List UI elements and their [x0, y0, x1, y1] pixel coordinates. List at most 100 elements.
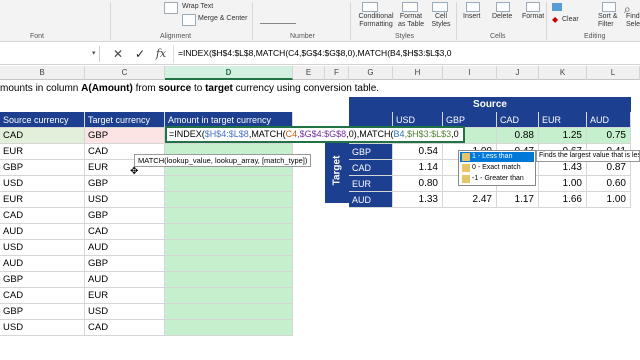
- source-currency-cell[interactable]: GBP: [0, 272, 85, 288]
- format-button[interactable]: Format: [522, 13, 544, 20]
- column-header-b[interactable]: B: [0, 66, 85, 80]
- insert-icon[interactable]: [466, 2, 480, 12]
- fill-icon[interactable]: [552, 3, 562, 11]
- target-currency-cell[interactable]: CAD: [85, 320, 165, 336]
- name-box[interactable]: [0, 46, 100, 62]
- conversion-rate-cell[interactable]: 1.14: [393, 160, 443, 176]
- wrap-text-button[interactable]: Wrap Text: [182, 3, 213, 10]
- target-currency-cell[interactable]: AUD: [85, 272, 165, 288]
- delete-button[interactable]: Delete: [492, 13, 512, 20]
- source-currency-header[interactable]: AUD: [587, 112, 631, 128]
- target-currency-label[interactable]: AUD: [349, 192, 393, 208]
- conditional-formatting-button[interactable]: Conditional Formatting: [354, 13, 398, 29]
- column-header-l[interactable]: L: [587, 66, 640, 80]
- source-currency-cell[interactable]: EUR: [0, 144, 85, 160]
- format-icon[interactable]: [526, 2, 540, 12]
- source-currency-cell[interactable]: EUR: [0, 192, 85, 208]
- conversion-rate-cell[interactable]: 2.47: [443, 192, 497, 208]
- target-currency-cell[interactable]: GBP: [85, 128, 165, 144]
- wrap-text-icon[interactable]: [164, 2, 178, 14]
- active-cell-editor[interactable]: =INDEX($H$4:$L$8,MATCH(C4,$G$4:$G$8,0),M…: [165, 126, 465, 143]
- clear-button[interactable]: Clear: [562, 16, 579, 23]
- column-header-j[interactable]: J: [497, 66, 539, 80]
- conversion-rate-cell[interactable]: 1.66: [539, 192, 587, 208]
- target-currency-label[interactable]: GBP: [349, 144, 393, 160]
- merge-center-icon[interactable]: [182, 14, 196, 26]
- cell-styles-icon[interactable]: [432, 2, 448, 12]
- column-header-e[interactable]: E: [293, 66, 325, 80]
- conversion-rate-cell[interactable]: 0.88: [497, 128, 539, 144]
- target-currency-label[interactable]: EUR: [349, 176, 393, 192]
- source-currency-cell[interactable]: CAD: [0, 208, 85, 224]
- source-currency-header[interactable]: EUR: [539, 112, 587, 128]
- conversion-rate-cell[interactable]: 1.00: [587, 192, 631, 208]
- source-currency-cell[interactable]: CAD: [0, 288, 85, 304]
- amount-cell[interactable]: [165, 208, 293, 224]
- amount-cell[interactable]: [165, 272, 293, 288]
- amount-cell[interactable]: [165, 224, 293, 240]
- conversion-rate-cell[interactable]: 1.00: [539, 176, 587, 192]
- amount-cell[interactable]: [165, 304, 293, 320]
- conversion-rate-cell[interactable]: 0.60: [587, 176, 631, 192]
- insert-button[interactable]: Insert: [463, 13, 481, 20]
- column-header-d[interactable]: D: [165, 66, 293, 80]
- conversion-rate-cell[interactable]: 1.33: [393, 192, 443, 208]
- column-header-c[interactable]: C: [85, 66, 165, 80]
- formula-input[interactable]: =INDEX($H$4:$L$8,MATCH(C4,$G$4:$G$8,0),M…: [178, 48, 451, 58]
- column-header-g[interactable]: G: [349, 66, 393, 80]
- conversion-rate-cell[interactable]: 0.87: [587, 160, 631, 176]
- header-source-currency[interactable]: Source currency: [0, 112, 85, 128]
- amount-cell[interactable]: [165, 176, 293, 192]
- target-currency-cell[interactable]: GBP: [85, 256, 165, 272]
- amount-cell[interactable]: [165, 288, 293, 304]
- column-header-h[interactable]: H: [393, 66, 443, 80]
- format-as-table-button[interactable]: Format as Table: [396, 13, 426, 29]
- header-target-currency[interactable]: Target currency: [85, 112, 165, 128]
- column-header-k[interactable]: K: [539, 66, 587, 80]
- delete-icon[interactable]: [496, 2, 510, 12]
- autocomplete-item[interactable]: 1 - Less than: [460, 152, 534, 162]
- target-currency-cell[interactable]: AUD: [85, 240, 165, 256]
- merge-center-button[interactable]: Merge & Center: [198, 15, 247, 22]
- autocomplete-item[interactable]: -1 - Greater than: [460, 174, 534, 184]
- source-currency-cell[interactable]: GBP: [0, 304, 85, 320]
- insert-function-icon[interactable]: fx: [153, 46, 169, 62]
- conversion-rate-cell[interactable]: 0.80: [393, 176, 443, 192]
- source-currency-cell[interactable]: CAD: [0, 128, 85, 144]
- conversion-rate-cell[interactable]: 0.75: [587, 128, 631, 144]
- target-currency-cell[interactable]: USD: [85, 192, 165, 208]
- conversion-rate-cell[interactable]: 1.43: [539, 160, 587, 176]
- target-currency-cell[interactable]: USD: [85, 304, 165, 320]
- amount-cell[interactable]: [165, 240, 293, 256]
- column-header-f[interactable]: F: [325, 66, 349, 80]
- source-currency-header[interactable]: CAD: [497, 112, 539, 128]
- target-currency-cell[interactable]: GBP: [85, 176, 165, 192]
- find-select-button[interactable]: Find & Select: [626, 13, 640, 29]
- target-currency-label[interactable]: CAD: [349, 160, 393, 176]
- conversion-rate-cell[interactable]: 1.25: [539, 128, 587, 144]
- source-currency-cell[interactable]: USD: [0, 176, 85, 192]
- conversion-rate-cell[interactable]: 1.17: [497, 192, 539, 208]
- number-format-dropdown[interactable]: [260, 16, 296, 24]
- chevron-down-icon[interactable]: ▾: [92, 49, 96, 57]
- amount-cell[interactable]: [165, 256, 293, 272]
- source-currency-cell[interactable]: GBP: [0, 160, 85, 176]
- source-currency-cell[interactable]: USD: [0, 240, 85, 256]
- amount-cell[interactable]: [165, 192, 293, 208]
- autocomplete-item[interactable]: 0 - Exact match: [460, 163, 534, 173]
- sort-filter-icon[interactable]: [602, 2, 616, 12]
- cell-styles-button[interactable]: Cell Styles: [428, 13, 454, 29]
- conversion-rate-cell[interactable]: 0.54: [393, 144, 443, 160]
- target-currency-cell[interactable]: GBP: [85, 208, 165, 224]
- amount-cell[interactable]: [165, 320, 293, 336]
- source-currency-cell[interactable]: AUD: [0, 256, 85, 272]
- format-as-table-icon[interactable]: [402, 2, 418, 12]
- target-currency-cell[interactable]: CAD: [85, 224, 165, 240]
- source-currency-cell[interactable]: AUD: [0, 224, 85, 240]
- conditional-formatting-icon[interactable]: [362, 2, 378, 12]
- source-currency-cell[interactable]: USD: [0, 320, 85, 336]
- target-currency-cell[interactable]: EUR: [85, 288, 165, 304]
- cancel-icon[interactable]: ✕: [110, 46, 126, 62]
- enter-icon[interactable]: ✓: [132, 46, 148, 62]
- column-header-i[interactable]: I: [443, 66, 497, 80]
